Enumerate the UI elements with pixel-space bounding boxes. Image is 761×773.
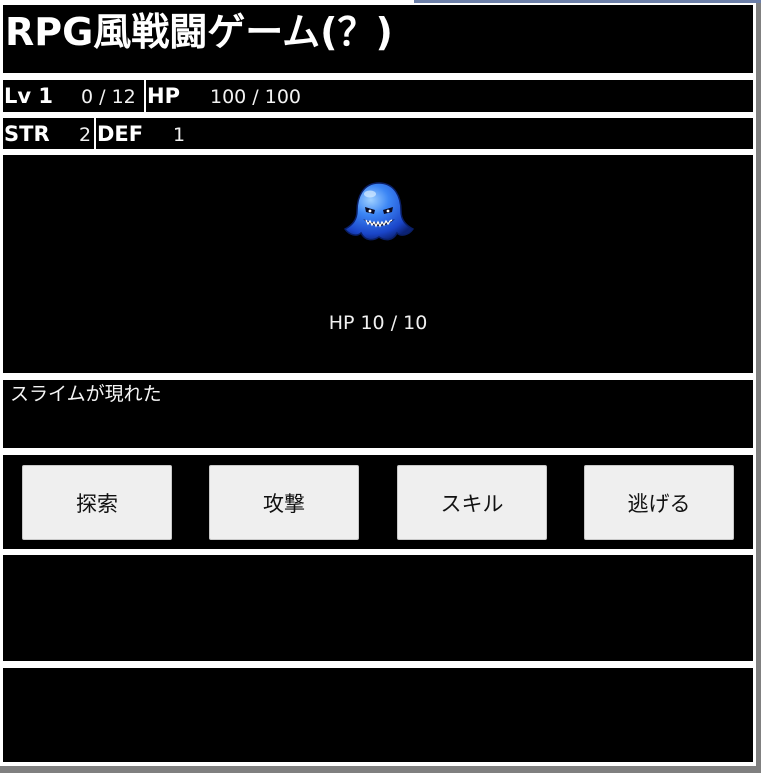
str-value: 2 — [79, 124, 92, 146]
def-label: DEF — [97, 122, 144, 146]
def-cell: DEF 1 — [96, 118, 753, 149]
enemy-panel: HP 10 / 10 — [3, 155, 753, 373]
hp-cell: HP 100 / 100 — [146, 80, 753, 112]
attack-button[interactable]: 攻撃 — [209, 465, 359, 540]
window-top-strip — [414, 0, 761, 3]
log-panel-1 — [3, 555, 753, 661]
level-hp-row: Lv 1 0 / 12 HP 100 / 100 — [3, 80, 753, 112]
def-value: 1 — [173, 124, 186, 146]
title-panel: RPG風戦闘ゲーム(？) — [3, 5, 753, 73]
hp-label: HP — [147, 84, 180, 108]
level-cell: Lv 1 0 / 12 — [3, 80, 145, 112]
log-panel-2 — [3, 668, 753, 762]
str-def-row: STR 2 DEF 1 — [3, 118, 753, 149]
battle-message: スライムが現れた — [10, 383, 162, 405]
exp-value: 0 / 12 — [81, 86, 136, 108]
blue-ghost-slime-icon — [343, 182, 415, 241]
skill-button[interactable]: スキル — [397, 465, 547, 540]
game-title: RPG風戦闘ゲーム(？) — [5, 10, 393, 54]
message-panel: スライムが現れた — [3, 380, 753, 448]
enemy-hp: HP 10 / 10 — [328, 312, 428, 334]
window-right-edge — [756, 3, 761, 773]
str-cell: STR 2 — [3, 118, 94, 149]
level-label: Lv 1 — [4, 84, 53, 108]
hp-value: 100 / 100 — [210, 86, 302, 108]
flee-button[interactable]: 逃げる — [584, 465, 734, 540]
enemy-sprite[interactable] — [339, 177, 419, 247]
command-panel: 探索 攻撃 スキル 逃げる — [3, 455, 753, 549]
explore-button[interactable]: 探索 — [22, 465, 172, 540]
str-label: STR — [4, 122, 50, 146]
window-bottom-edge — [0, 766, 761, 773]
